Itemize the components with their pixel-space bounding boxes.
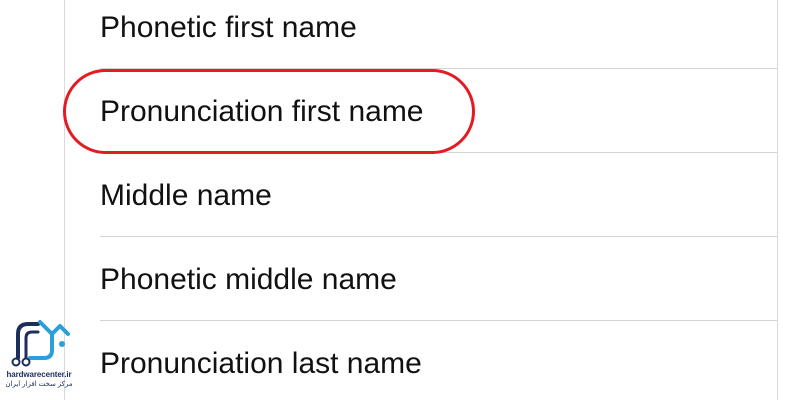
- list-item-label: Phonetic first name: [100, 11, 357, 44]
- list-item-label: Middle name: [100, 179, 272, 212]
- watermark-brand: hardwarecenter.ir: [6, 370, 72, 379]
- circuit-logo-icon: [11, 320, 70, 367]
- list-item-middle-name[interactable]: Middle name: [65, 153, 777, 237]
- list-item-phonetic-middle-name[interactable]: Phonetic middle name: [65, 237, 777, 321]
- list-item-label: Phonetic middle name: [100, 263, 397, 296]
- list-item-pronunciation-last-name[interactable]: Pronunciation last name: [65, 321, 777, 400]
- list-item-phonetic-first-name[interactable]: Phonetic first name: [65, 0, 777, 69]
- contact-fields-list: Phonetic first name Pronunciation first …: [64, 0, 778, 400]
- page: Phonetic first name Pronunciation first …: [0, 0, 800, 400]
- list-item-label: Pronunciation first name: [100, 95, 424, 128]
- watermark-logo: hardwarecenter.ir مرکز سخت افزار ایران: [4, 316, 74, 396]
- list-item-label: Pronunciation last name: [100, 347, 422, 380]
- list-item-pronunciation-first-name[interactable]: Pronunciation first name: [65, 69, 777, 153]
- watermark-tagline: مرکز سخت افزار ایران: [5, 381, 73, 388]
